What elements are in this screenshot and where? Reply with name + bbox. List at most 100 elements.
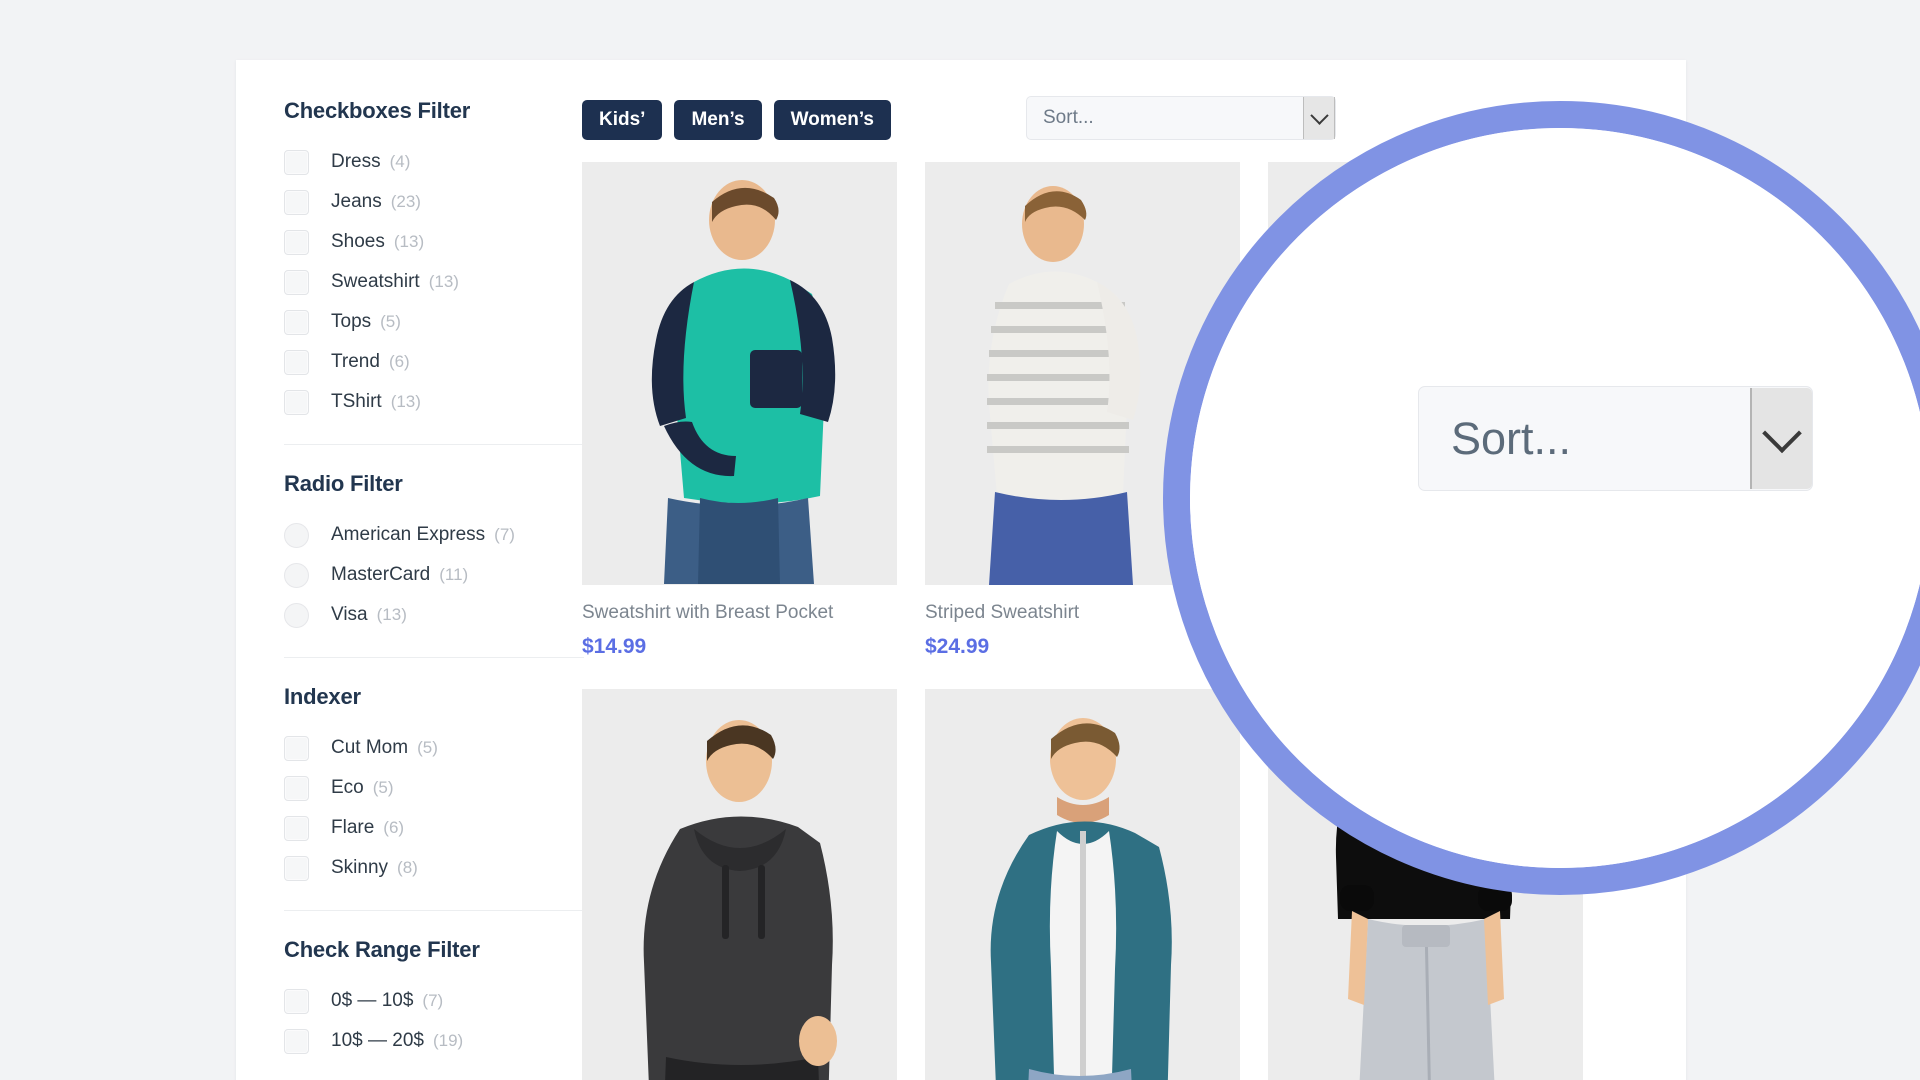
filter-option-skinny[interactable]: Skinny (8) xyxy=(284,848,594,888)
filter-group-check-range: Check Range Filter 0$ — 10$ (7) 10$ — 20… xyxy=(284,937,594,1061)
filter-option-range-0-10[interactable]: 0$ — 10$ (7) xyxy=(284,981,594,1021)
product-card[interactable]: Striped Sweatshirt $24.99 xyxy=(925,162,1240,659)
filters-sidebar: Checkboxes Filter Dress (4) Jeans (23) S… xyxy=(284,98,594,1065)
sidebar-divider xyxy=(284,910,584,911)
product-card[interactable] xyxy=(1268,689,1583,1080)
checkbox-icon[interactable] xyxy=(284,855,309,881)
filter-option-mastercard[interactable]: MasterCard (11) xyxy=(284,555,594,595)
category-button-womens[interactable]: Women’s xyxy=(773,100,891,140)
product-image-obscured xyxy=(1268,162,1583,585)
checkbox-icon[interactable] xyxy=(284,229,309,255)
filter-option-label: Shoes xyxy=(331,231,385,252)
filter-option-count: (11) xyxy=(439,565,469,584)
product-thumbnail[interactable] xyxy=(582,162,897,585)
product-name: Striped Sweatshirt xyxy=(925,602,1080,623)
app-root: Checkboxes Filter Dress (4) Jeans (23) S… xyxy=(0,0,1920,1080)
product-image-teal-raglan xyxy=(582,162,897,585)
content-toolbar: Kids’ Men’s Women’s Sort... xyxy=(582,94,1686,146)
chevron-down-icon[interactable] xyxy=(1303,97,1335,139)
checkbox-icon[interactable] xyxy=(284,309,309,335)
product-thumbnail[interactable] xyxy=(582,689,897,1080)
checkbox-icon[interactable] xyxy=(284,735,309,761)
filter-option-count: (5) xyxy=(380,312,401,331)
filter-option-count: (6) xyxy=(388,352,410,371)
product-thumbnail[interactable] xyxy=(1268,689,1583,1080)
filter-option-label: Trend xyxy=(331,351,380,372)
filter-option-sweatshirt[interactable]: Sweatshirt (13) xyxy=(284,262,594,302)
filter-group-title: Check Range Filter xyxy=(284,937,480,962)
sidebar-divider xyxy=(284,444,584,445)
filter-option-label: TShirt xyxy=(331,391,382,412)
product-card[interactable]: Sweatshirt with Breast Pocket $14.99 xyxy=(582,162,897,659)
filter-group-indexer: Indexer Cut Mom (5) Eco (5) Flare (6) Sk… xyxy=(284,684,594,888)
filter-option-count: (13) xyxy=(428,272,459,291)
filter-option-visa[interactable]: Visa (13) xyxy=(284,595,594,635)
category-button-kids[interactable]: Kids’ xyxy=(582,100,663,140)
checkbox-icon[interactable] xyxy=(284,269,309,295)
filter-option-count: (4) xyxy=(389,152,411,171)
filter-option-count: (5) xyxy=(372,778,394,797)
filter-option-label: 0$ — 10$ xyxy=(331,990,414,1011)
product-price: $24.99 xyxy=(925,635,990,658)
checkbox-icon[interactable] xyxy=(284,988,309,1014)
product-thumbnail[interactable] xyxy=(1268,162,1583,585)
filter-option-eco[interactable]: Eco (5) xyxy=(284,768,594,808)
page-card: Checkboxes Filter Dress (4) Jeans (23) S… xyxy=(236,60,1686,1080)
filter-group-title: Radio Filter xyxy=(284,471,403,496)
filter-option-range-10-20[interactable]: 10$ — 20$ (19) xyxy=(284,1021,594,1061)
filter-option-count: (23) xyxy=(390,192,421,211)
radio-icon[interactable] xyxy=(284,562,309,588)
product-image-striped xyxy=(925,162,1240,585)
filter-option-shoes[interactable]: Shoes (13) xyxy=(284,222,594,262)
checkbox-icon[interactable] xyxy=(284,1028,309,1054)
filter-option-dress[interactable]: Dress (4) xyxy=(284,142,594,182)
filter-option-count: (6) xyxy=(383,818,405,837)
filter-option-tshirt[interactable]: TShirt (13) xyxy=(284,382,594,422)
product-thumbnail[interactable] xyxy=(925,162,1240,585)
filter-option-jeans[interactable]: Jeans (23) xyxy=(284,182,594,222)
checkbox-icon[interactable] xyxy=(284,149,309,175)
filter-option-flare[interactable]: Flare (6) xyxy=(284,808,594,848)
filter-option-label: Visa xyxy=(331,604,368,625)
filter-option-count: (19) xyxy=(432,1031,464,1050)
filter-option-count: (7) xyxy=(422,991,444,1010)
checkbox-icon[interactable] xyxy=(284,389,309,415)
filter-option-label: Dress xyxy=(331,151,381,172)
filter-group-checkboxes: Checkboxes Filter Dress (4) Jeans (23) S… xyxy=(284,98,594,422)
filter-option-label: MasterCard xyxy=(331,564,431,585)
product-card[interactable] xyxy=(925,689,1240,1080)
filter-group-radio: Radio Filter American Express (7) Master… xyxy=(284,471,594,635)
filter-group-title: Indexer xyxy=(284,684,361,709)
filter-group-title: Checkboxes Filter xyxy=(284,98,471,123)
filter-option-label: American Express xyxy=(331,524,486,545)
product-name: Sweatshirt with Breast Pocket xyxy=(582,602,834,623)
filter-option-label: Tops xyxy=(331,311,372,332)
filter-option-label: Flare xyxy=(331,817,375,838)
category-button-mens[interactable]: Men’s xyxy=(674,100,762,140)
product-image-grey-hoodie xyxy=(582,689,897,1080)
product-image-black-crop xyxy=(1268,689,1583,1080)
sidebar-divider xyxy=(284,657,584,658)
checkbox-icon[interactable] xyxy=(284,349,309,375)
filter-option-tops[interactable]: Tops (5) xyxy=(284,302,594,342)
filter-option-cut-mom[interactable]: Cut Mom (5) xyxy=(284,728,594,768)
product-content: Kids’ Men’s Women’s Sort... Sweatshirt w… xyxy=(582,94,1686,1080)
product-grid: Sweatshirt with Breast Pocket $14.99 Str… xyxy=(582,162,1692,1080)
product-card[interactable] xyxy=(582,689,897,1080)
radio-icon[interactable] xyxy=(284,602,309,628)
sort-select[interactable]: Sort... xyxy=(1026,96,1336,140)
product-card[interactable] xyxy=(1268,162,1583,659)
checkbox-icon[interactable] xyxy=(284,815,309,841)
checkbox-icon[interactable] xyxy=(284,775,309,801)
product-image-teal-jacket xyxy=(925,689,1240,1080)
filter-option-label: Sweatshirt xyxy=(331,271,420,292)
product-thumbnail[interactable] xyxy=(925,689,1240,1080)
checkbox-icon[interactable] xyxy=(284,189,309,215)
filter-option-label: Skinny xyxy=(331,857,389,878)
filter-option-trend[interactable]: Trend (6) xyxy=(284,342,594,382)
filter-option-american-express[interactable]: American Express (7) xyxy=(284,515,594,555)
product-price: $14.99 xyxy=(582,635,647,658)
magnified-chevron-down-icon xyxy=(1750,388,1812,489)
category-button-group: Kids’ Men’s Women’s xyxy=(582,100,891,140)
radio-icon[interactable] xyxy=(284,522,309,548)
